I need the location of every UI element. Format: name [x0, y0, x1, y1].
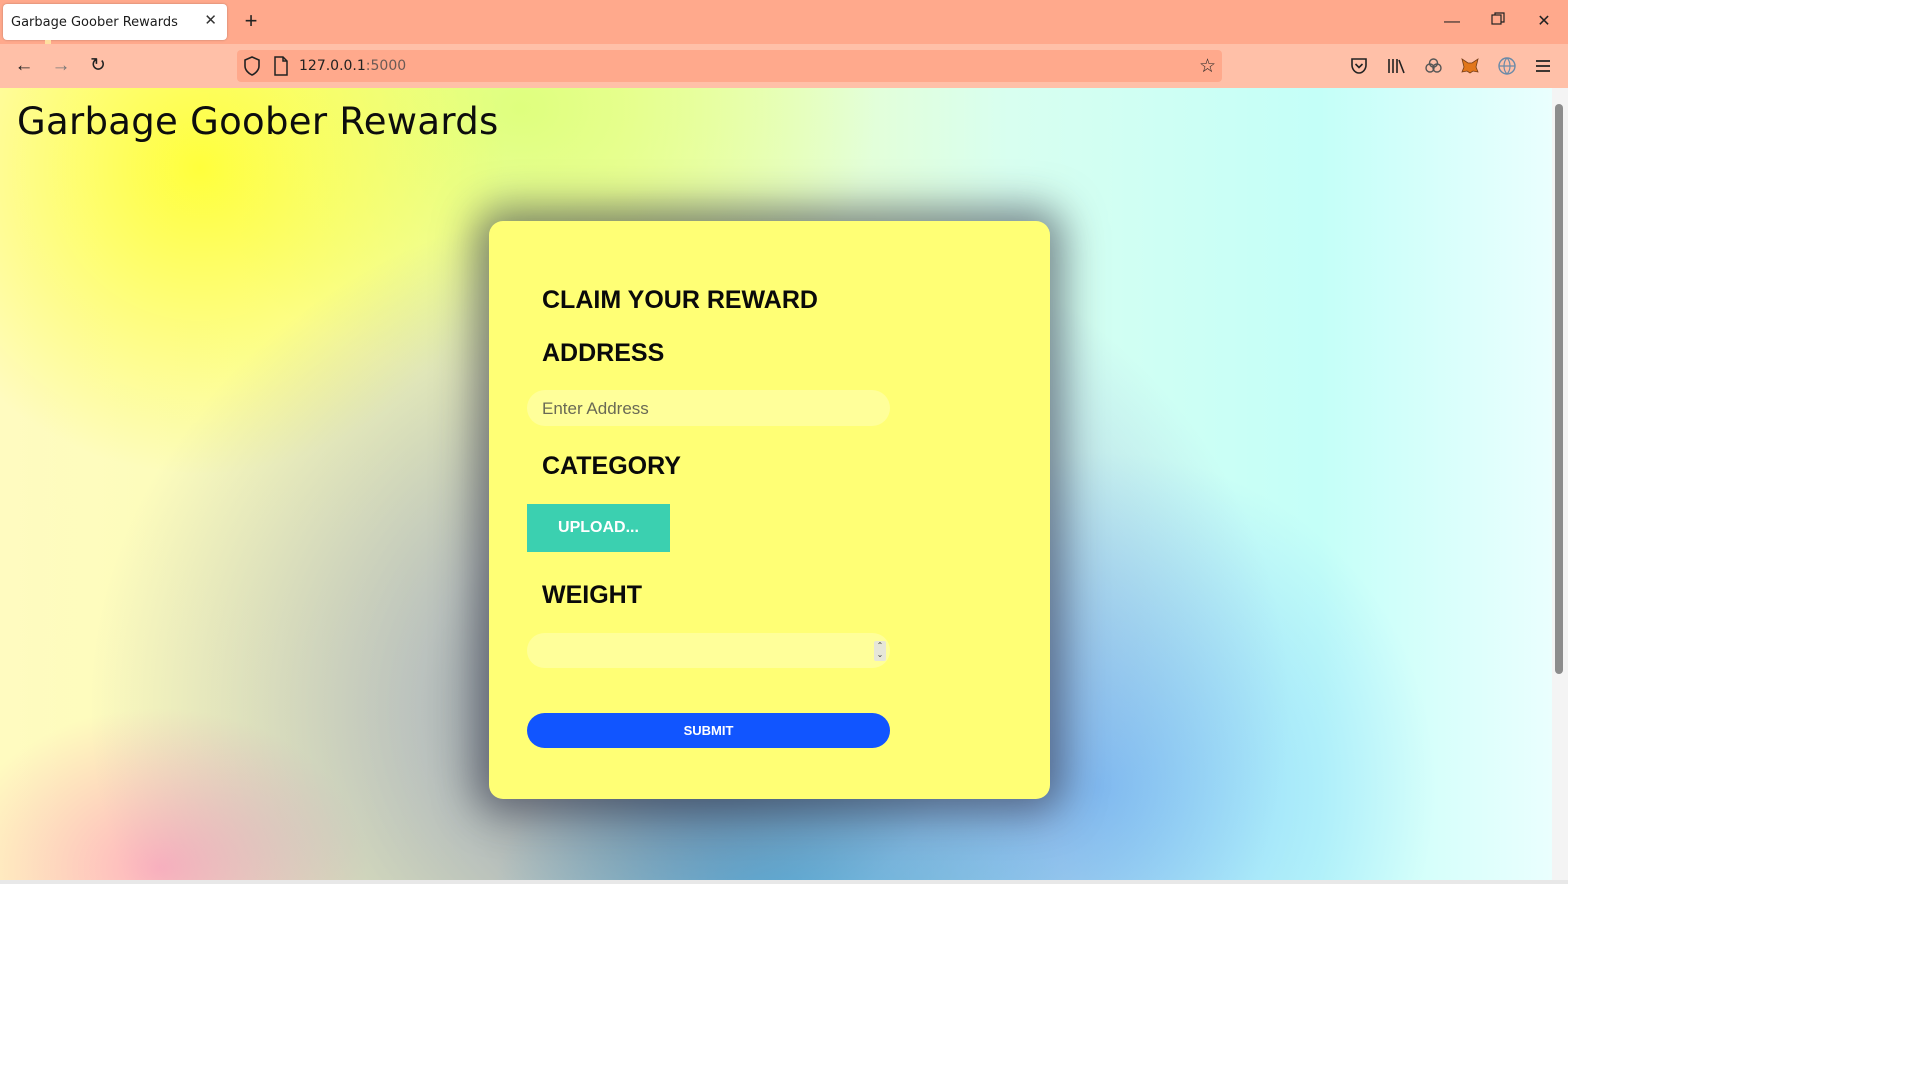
scrollbar-thumb[interactable]: [1555, 104, 1563, 674]
forward-icon[interactable]: →: [49, 55, 73, 77]
back-icon[interactable]: ←: [12, 55, 36, 77]
minimize-icon[interactable]: —: [1440, 12, 1464, 32]
weight-label: WEIGHT: [542, 581, 642, 609]
address-bar[interactable]: 127.0.0.1:5000 ☆: [237, 50, 1222, 82]
library-icon[interactable]: [1386, 56, 1408, 78]
form-heading: CLAIM YOUR REWARD: [542, 286, 818, 314]
category-label: CATEGORY: [542, 452, 681, 480]
page-title: Garbage Goober Rewards: [17, 100, 499, 143]
shield-icon[interactable]: [243, 56, 263, 76]
close-window-icon[interactable]: ✕: [1532, 12, 1556, 32]
new-tab-icon[interactable]: +: [240, 10, 262, 32]
upload-button[interactable]: UPLOAD...: [527, 504, 670, 552]
submit-button[interactable]: SUBMIT: [527, 713, 890, 748]
address-input[interactable]: Enter Address: [527, 390, 890, 426]
nav-toolbar: ← → ↻ 127.0.0.1:5000 ☆: [0, 44, 1568, 88]
reload-icon[interactable]: ↻: [86, 55, 110, 77]
url-host: 127.0.0.1: [299, 58, 366, 74]
vertical-scrollbar[interactable]: [1552, 88, 1568, 880]
pocket-icon[interactable]: [1349, 56, 1371, 78]
url-text: 127.0.0.1:5000: [299, 58, 406, 74]
metamask-fox-icon[interactable]: [1460, 56, 1482, 78]
tab-title: Garbage Goober Rewards: [11, 15, 178, 30]
browser-tab[interactable]: Garbage Goober Rewards ✕: [3, 4, 227, 40]
window-bottom-edge: [0, 880, 1568, 884]
extension-cloud-icon[interactable]: [1423, 56, 1445, 78]
bookmark-star-icon[interactable]: ☆: [1199, 55, 1216, 78]
restore-icon[interactable]: [1486, 12, 1510, 32]
address-placeholder: Enter Address: [542, 399, 649, 418]
page-icon: [273, 56, 293, 76]
hamburger-menu-icon[interactable]: [1534, 56, 1556, 78]
page-viewport: Garbage Goober Rewards CLAIM YOUR REWARD…: [0, 88, 1552, 880]
number-spinner-icon[interactable]: ⌃ ⌄: [874, 641, 886, 661]
weight-input[interactable]: ⌃ ⌄: [527, 633, 890, 668]
reward-form-card: CLAIM YOUR REWARD ADDRESS Enter Address …: [489, 221, 1050, 799]
globe-icon[interactable]: [1497, 56, 1519, 78]
address-label: ADDRESS: [542, 339, 665, 367]
url-port: :5000: [365, 58, 407, 74]
tab-strip: Garbage Goober Rewards ✕ + — ✕: [0, 0, 1568, 44]
tab-close-icon[interactable]: ✕: [204, 13, 217, 29]
